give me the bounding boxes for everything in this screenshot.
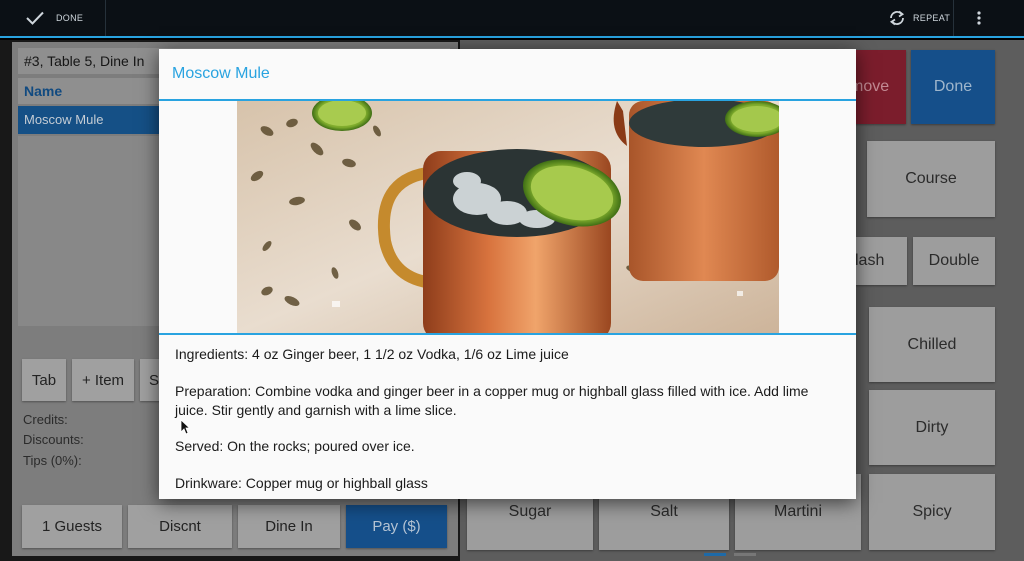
photo-divider: [159, 333, 856, 335]
guests-button[interactable]: 1 Guests: [22, 505, 122, 548]
done-action-label: DONE: [56, 13, 84, 23]
modifier-course[interactable]: Course: [867, 141, 995, 217]
dine-in-button[interactable]: Dine In: [238, 505, 340, 548]
discounts-label: Discounts:: [23, 432, 84, 447]
dialog-title: Moscow Mule: [172, 65, 270, 82]
mouse-cursor-icon: [180, 419, 190, 435]
modifier-spicy[interactable]: Spicy: [869, 474, 995, 550]
drinkware-text: Drinkware: Copper mug or highball glass: [175, 475, 428, 491]
overflow-menu-icon: [977, 11, 981, 25]
order-item-row[interactable]: Moscow Mule: [18, 106, 160, 134]
tab-button[interactable]: Tab: [22, 359, 66, 401]
discount-button[interactable]: Discnt: [128, 505, 232, 548]
drink-details: Ingredients: 4 oz Ginger beer, 1 1/2 oz …: [175, 345, 845, 511]
repeat-action-button[interactable]: REPEAT: [878, 0, 954, 36]
modifier-double[interactable]: Double: [913, 237, 995, 285]
done-action-button[interactable]: DONE: [0, 0, 106, 36]
repeat-action-label: REPEAT: [913, 13, 951, 23]
pay-button[interactable]: Pay ($): [346, 505, 447, 548]
drink-details-dialog: Moscow Mule Ingredients: 4 oz Ginger bee…: [159, 49, 856, 499]
add-item-button[interactable]: + Item: [72, 359, 134, 401]
name-column-header[interactable]: Name: [18, 78, 160, 104]
overflow-menu-button[interactable]: [962, 6, 996, 30]
page-indicator: [734, 553, 756, 556]
check-icon: [26, 11, 44, 25]
served-text: Served: On the rocks; poured over ice.: [175, 438, 415, 454]
preparation-text: Preparation: Combine vodka and ginger be…: [175, 383, 809, 418]
modifier-dirty[interactable]: Dirty: [869, 390, 995, 465]
action-bar: DONE REPEAT: [0, 0, 1024, 38]
ingredients-text: Ingredients: 4 oz Ginger beer, 1 1/2 oz …: [175, 346, 569, 362]
tips-label: Tips (0%):: [23, 453, 82, 468]
modifier-splash[interactable]: lash: [855, 237, 907, 285]
page-indicator-active: [704, 553, 726, 556]
remove-button[interactable]: move: [850, 50, 906, 124]
credits-label: Credits:: [23, 412, 68, 427]
done-button[interactable]: Done: [911, 50, 995, 124]
repeat-icon: [889, 10, 905, 26]
drink-photo: [237, 101, 779, 333]
modifier-chilled[interactable]: Chilled: [869, 307, 995, 382]
